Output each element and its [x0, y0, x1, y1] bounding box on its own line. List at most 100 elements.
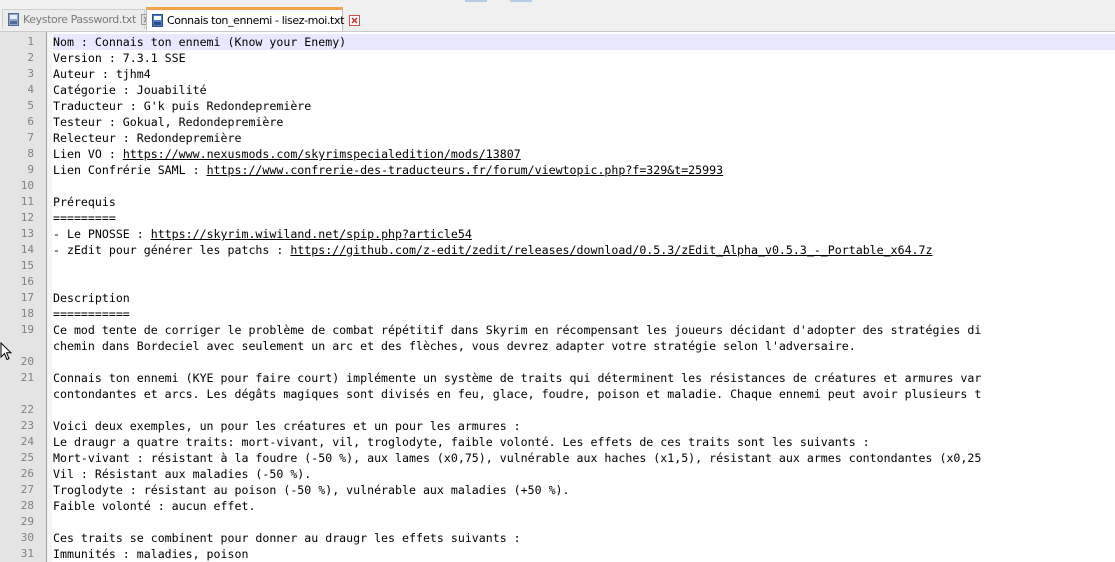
editor-line[interactable]: 4 Catégorie : Jouabilité [0, 82, 1115, 98]
toolbar-edge [465, 0, 487, 2]
editor-line[interactable]: 26 Vil : Résistant aux maladies (-50 %). [0, 466, 1115, 482]
line-number: 11 [20, 195, 34, 208]
line-text: Voici deux exemples, un pour les créatur… [53, 418, 1115, 434]
line-text: Traducteur : G'k puis Redondepremière [53, 98, 1115, 114]
line-text: chemin dans Bordeciel avec seulement un … [53, 338, 1115, 354]
editor-line[interactable]: 8 Lien VO : https://www.nexusmods.com/sky… [0, 146, 1115, 162]
line-text-content: contondantes et arcs. Les dégâts magique… [53, 387, 982, 401]
tab-label: Keystore Password.txt [23, 13, 136, 26]
editor-line[interactable]: 1 Nom : Connais ton ennemi (Know your Ene… [0, 34, 1115, 50]
line-text-content: Catégorie : Jouabilité [53, 83, 207, 97]
line-text: Description [53, 290, 1115, 306]
line-number: 26 [20, 467, 34, 480]
line-text: Catégorie : Jouabilité [53, 82, 1115, 98]
editor-line[interactable]: 19 Ce mod tente de corriger le problème d… [0, 322, 1115, 338]
line-text-content: Prérequis [53, 195, 116, 209]
editor-line[interactable]: 18 =========== [0, 306, 1115, 322]
file-icon [152, 13, 163, 27]
editor-line[interactable]: chemin dans Bordeciel avec seulement un … [0, 338, 1115, 354]
editor-line[interactable]: 12 ========= [0, 210, 1115, 226]
line-number: 14 [20, 243, 34, 256]
tab-keystore-password[interactable]: Keystore Password.txt [2, 9, 152, 29]
line-number: 4 [27, 83, 34, 96]
editor-line[interactable]: 31 Immunités : maladies, poison [0, 546, 1115, 562]
editor-line[interactable]: 29 [0, 514, 1115, 530]
line-text: Connais ton ennemi (KYE pour faire court… [53, 370, 1115, 386]
editor-line[interactable]: 5 Traducteur : G'k puis Redondepremière [0, 98, 1115, 114]
line-text-content: Mort-vivant : résistant à la foudre (-50… [53, 451, 982, 465]
editor-line[interactable]: 15 [0, 258, 1115, 274]
editor-line[interactable]: 30 Ces traits se combinent pour donner au… [0, 530, 1115, 546]
line-text: - Le PNOSSE : https://skyrim.wiwiland.ne… [53, 226, 1115, 242]
line-number: 9 [27, 163, 34, 176]
editor-line[interactable]: contondantes et arcs. Les dégâts magique… [0, 386, 1115, 402]
line-number: 16 [20, 275, 34, 288]
line-text-content: Auteur : tjhm4 [53, 67, 151, 81]
text-editor[interactable]: 1 Nom : Connais ton ennemi (Know your Ene… [0, 32, 1115, 562]
line-text-content: ========= [53, 211, 116, 225]
line-text: Lien Confrérie SAML : https://www.confre… [53, 162, 1115, 178]
editor-line[interactable]: 13 - Le PNOSSE : https://skyrim.wiwiland.… [0, 226, 1115, 242]
line-number: 8 [27, 147, 34, 160]
line-text: Faible volonté : aucun effet. [53, 498, 1115, 514]
line-number: 13 [20, 227, 34, 240]
line-number: 24 [20, 435, 34, 448]
line-text-content: Nom : Connais ton ennemi (Know your Enem… [53, 35, 347, 49]
editor-line[interactable]: 21 Connais ton ennemi (KYE pour faire cou… [0, 370, 1115, 386]
line-text: contondantes et arcs. Les dégâts magique… [53, 386, 1115, 402]
line-text: Vil : Résistant aux maladies (-50 %). [53, 466, 1115, 482]
line-text: Auteur : tjhm4 [53, 66, 1115, 82]
line-text-content: Lien Confrérie SAML : [53, 163, 207, 177]
line-number: 6 [27, 115, 34, 128]
editor-line[interactable]: 23 Voici deux exemples, un pour les créat… [0, 418, 1115, 434]
line-number: 12 [20, 211, 34, 224]
line-number: 15 [20, 259, 34, 272]
line-text: Testeur : Gokual, Redondepremière [53, 114, 1115, 130]
line-text-content: Ce mod tente de corriger le problème de … [53, 323, 982, 337]
line-text-content: - Le PNOSSE : [53, 227, 151, 241]
editor-line[interactable]: 24 Le draugr a quatre traits: mort-vivant… [0, 434, 1115, 450]
line-text-content: Traducteur : G'k puis Redondepremière [53, 99, 312, 113]
line-text: Relecteur : Redondepremière [53, 130, 1115, 146]
line-text-content: Connais ton ennemi (KYE pour faire court… [53, 371, 982, 385]
close-icon[interactable] [349, 14, 360, 26]
line-text: Mort-vivant : résistant à la foudre (-50… [53, 450, 1115, 466]
line-number: 25 [20, 451, 34, 464]
editor-line[interactable]: 3 Auteur : tjhm4 [0, 66, 1115, 82]
editor-line[interactable]: 17 Description [0, 290, 1115, 306]
line-number: 29 [20, 515, 34, 528]
line-text-content: - zEdit pour générer les patchs : [53, 243, 291, 257]
line-text-content: Version : 7.3.1 SSE [53, 51, 186, 65]
editor-line[interactable]: 10 [0, 178, 1115, 194]
line-number: 22 [20, 403, 34, 416]
hyperlink[interactable]: https://www.nexusmods.com/skyrimspeciale… [123, 147, 521, 161]
editor-line[interactable]: 6 Testeur : Gokual, Redondepremière [0, 114, 1115, 130]
line-text-content: =========== [53, 307, 130, 321]
line-text: Ces traits se combinent pour donner au d… [53, 530, 1115, 546]
editor-line[interactable]: 11 Prérequis [0, 194, 1115, 210]
line-text: Ce mod tente de corriger le problème de … [53, 322, 1115, 338]
editor-line[interactable]: 7 Relecteur : Redondepremière [0, 130, 1115, 146]
line-text-content: Voici deux exemples, un pour les créatur… [53, 419, 521, 433]
tab-label: Connais ton_ennemi - lisez-moi.txt [167, 13, 344, 27]
line-text-content: chemin dans Bordeciel avec seulement un … [53, 339, 856, 353]
editor-line[interactable]: 9 Lien Confrérie SAML : https://www.confr… [0, 162, 1115, 178]
tab-connais-ton-ennemi[interactable]: Connais ton_ennemi - lisez-moi.txt [146, 7, 360, 31]
editor-lines: 1 Nom : Connais ton ennemi (Know your Ene… [0, 34, 1115, 562]
hyperlink[interactable]: https://www.confrerie-des-traducteurs.fr… [207, 163, 724, 177]
line-text: - zEdit pour générer les patchs : https:… [53, 242, 1115, 258]
editor-line[interactable]: 22 [0, 402, 1115, 418]
editor-line[interactable]: 2 Version : 7.3.1 SSE [0, 50, 1115, 66]
line-number: 19 [20, 323, 34, 336]
line-number: 5 [27, 99, 34, 112]
hyperlink[interactable]: https://skyrim.wiwiland.net/spip.php?art… [151, 227, 472, 241]
editor-line[interactable]: 14 - zEdit pour générer les patchs : http… [0, 242, 1115, 258]
line-text-content: Lien VO : [53, 147, 123, 161]
editor-line[interactable]: 25 Mort-vivant : résistant à la foudre (-… [0, 450, 1115, 466]
editor-line[interactable]: 20 [0, 354, 1115, 370]
hyperlink[interactable]: https://github.com/z-edit/zedit/releases… [290, 243, 932, 257]
editor-line[interactable]: 16 [0, 274, 1115, 290]
line-text: Prérequis [53, 194, 1115, 210]
editor-line[interactable]: 28 Faible volonté : aucun effet. [0, 498, 1115, 514]
editor-line[interactable]: 27 Troglodyte : résistant au poison (-50 … [0, 482, 1115, 498]
